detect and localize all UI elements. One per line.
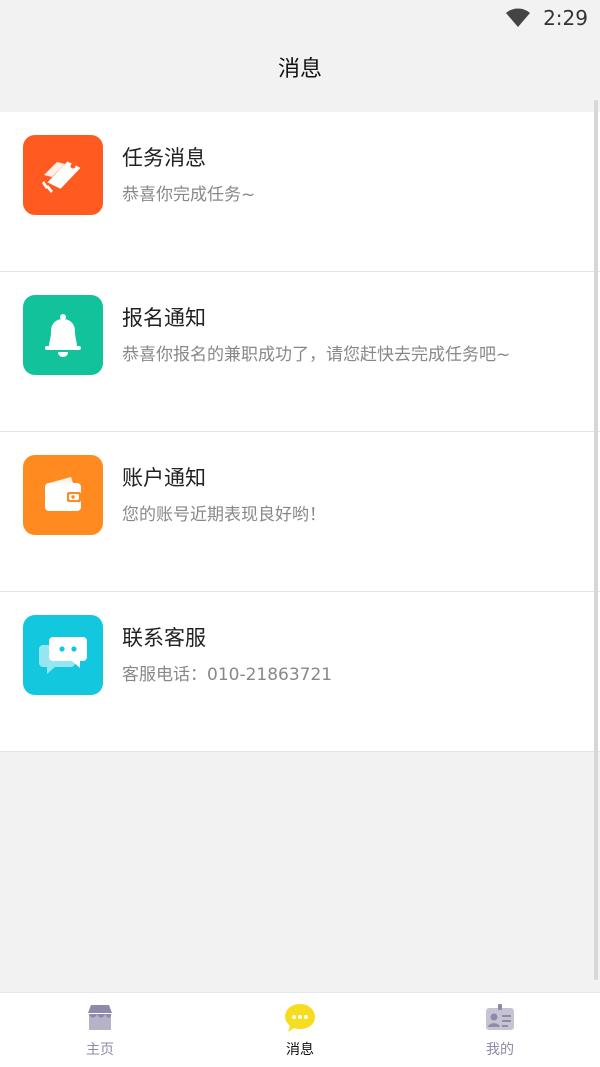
item-subtitle: 恭喜你报名的兼职成功了，请您赶快去完成任务吧~ — [122, 345, 511, 365]
wifi-icon — [506, 8, 531, 27]
nav-label: 主页 — [86, 1042, 114, 1058]
nav-label: 消息 — [286, 1042, 314, 1058]
item-title: 报名通知 — [122, 306, 206, 330]
page-title: 消息 — [277, 57, 322, 82]
list-item-signup-notice[interactable]: 报名通知 恭喜你报名的兼职成功了，请您赶快去完成任务吧~ — [0, 272, 600, 432]
item-title: 联系客服 — [122, 626, 206, 650]
bottom-nav: 主页 消息 我的 — [0, 992, 600, 1067]
nav-profile[interactable]: 我的 — [400, 993, 600, 1067]
shop-icon — [88, 1005, 112, 1030]
status-time: 2:29 — [543, 6, 588, 30]
screen: 2:29 消息 任务消息 恭喜你完成任务~ 报名通知 恭喜你报名的兼职成功了，请… — [0, 0, 600, 1067]
scrollbar[interactable] — [594, 100, 598, 980]
nav-label: 我的 — [486, 1042, 514, 1058]
nav-home[interactable]: 主页 — [0, 993, 200, 1067]
wallet-icon — [23, 455, 103, 535]
list-item-account-notice[interactable]: 账户通知 您的账号近期表现良好哟！ — [0, 432, 600, 592]
list-item-customer-service[interactable]: 联系客服 客服电话：010-21863721 — [0, 592, 600, 752]
bell-icon — [23, 295, 103, 375]
item-subtitle: 客服电话：010-21863721 — [122, 665, 333, 685]
message-list: 任务消息 恭喜你完成任务~ 报名通知 恭喜你报名的兼职成功了，请您赶快去完成任务… — [0, 112, 600, 752]
status-bar: 2:29 — [0, 0, 600, 36]
message-icon — [285, 1004, 315, 1032]
item-title: 账户通知 — [122, 466, 206, 490]
item-title: 任务消息 — [122, 146, 206, 170]
item-subtitle: 恭喜你完成任务~ — [122, 185, 256, 205]
chat-icon — [23, 615, 103, 695]
nav-messages[interactable]: 消息 — [200, 993, 400, 1067]
header: 消息 — [0, 36, 600, 98]
item-subtitle: 您的账号近期表现良好哟！ — [122, 505, 326, 525]
list-item-task-message[interactable]: 任务消息 恭喜你完成任务~ — [0, 112, 600, 272]
tag-icon — [23, 135, 103, 215]
profile-card-icon — [486, 1004, 514, 1030]
